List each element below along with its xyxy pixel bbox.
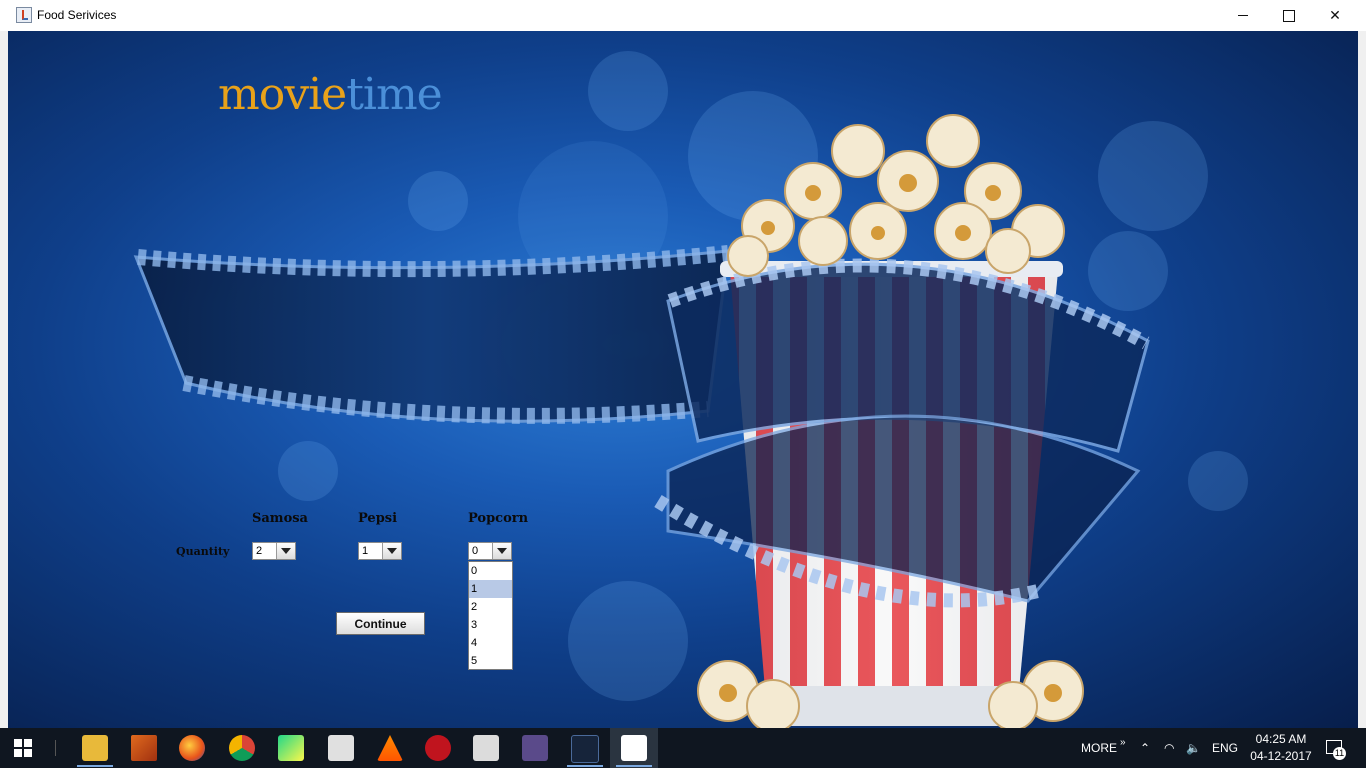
dropdown-option[interactable]: 3 xyxy=(469,616,512,634)
popcorn-quantity-value: 0 xyxy=(472,545,479,557)
pepsi-quantity-select[interactable]: 1 xyxy=(358,542,402,560)
windows-start-icon[interactable] xyxy=(14,739,32,757)
clock-time: 04:25 AM xyxy=(1255,732,1307,746)
windows-taskbar: MORE » ⌃ ◠ 🔈 ENG 04:25 AM 04-12-2017 11 xyxy=(0,728,1366,768)
wifi-icon[interactable]: ◠ xyxy=(1164,728,1174,768)
background-panel: movietime Samosa Pepsi Popcorn Quantity … xyxy=(8,31,1358,728)
window-border-left xyxy=(0,31,8,728)
maximize-button[interactable] xyxy=(1266,0,1312,31)
continue-button[interactable]: Continue xyxy=(336,612,425,635)
close-icon: ✕ xyxy=(1329,7,1341,23)
clock[interactable]: 04:25 AM 04-12-2017 xyxy=(1246,731,1316,765)
window-title: Food Serivices xyxy=(37,8,117,22)
calculator-icon[interactable] xyxy=(328,735,354,761)
close-button[interactable]: ✕ xyxy=(1312,0,1358,31)
dropdown-option-highlighted[interactable]: 1 xyxy=(469,580,512,598)
chevron-down-icon[interactable] xyxy=(492,543,511,559)
film-and-popcorn-illustration xyxy=(133,114,1150,728)
chevron-down-icon[interactable] xyxy=(382,543,401,559)
document-viewer-icon[interactable] xyxy=(473,735,499,761)
pepsi-label: Pepsi xyxy=(358,511,398,526)
popcorn-quantity-select[interactable]: 0 xyxy=(468,542,512,560)
dropdown-option[interactable]: 0 xyxy=(469,562,512,580)
java-icon[interactable] xyxy=(621,735,647,761)
dropdown-option[interactable]: 4 xyxy=(469,634,512,652)
pycharm-icon[interactable] xyxy=(278,735,304,761)
chevron-up-icon[interactable]: ⌃ xyxy=(1140,728,1150,768)
notification-count-badge: 11 xyxy=(1333,747,1346,760)
more-label[interactable]: MORE xyxy=(1081,728,1117,768)
mysql-icon[interactable] xyxy=(571,735,599,763)
samosa-quantity-select[interactable]: 2 xyxy=(252,542,296,560)
vlc-icon[interactable] xyxy=(377,735,403,761)
java-app-icon xyxy=(16,7,32,23)
matlab-icon[interactable] xyxy=(131,735,157,761)
samosa-quantity-value: 2 xyxy=(256,545,263,557)
taskbar-divider xyxy=(55,740,56,756)
dropdown-option[interactable]: 2 xyxy=(469,598,512,616)
pepsi-quantity-value: 1 xyxy=(362,545,369,557)
taskbar-running-indicator xyxy=(77,765,113,767)
quantity-label: Quantity xyxy=(176,545,230,558)
chevron-down-icon[interactable] xyxy=(276,543,295,559)
volume-icon[interactable]: 🔈 xyxy=(1186,728,1201,768)
popcorn-quantity-dropdown[interactable]: 0 1 2 3 4 5 xyxy=(468,561,513,670)
firefox-icon[interactable] xyxy=(179,735,205,761)
age-of-empires-icon[interactable] xyxy=(522,735,548,761)
taskbar-running-indicator xyxy=(616,765,652,767)
double-chevron-icon[interactable]: » xyxy=(1120,722,1126,762)
window-border-right xyxy=(1358,31,1366,728)
dropdown-option[interactable]: 5 xyxy=(469,652,512,670)
minimize-icon xyxy=(1238,15,1248,16)
clock-date: 04-12-2017 xyxy=(1250,749,1312,763)
minimize-button[interactable] xyxy=(1220,0,1266,31)
title-bar[interactable]: Food Serivices ✕ xyxy=(0,0,1366,32)
movietime-logo: movietime xyxy=(218,69,443,120)
file-explorer-icon[interactable] xyxy=(82,735,108,761)
garena-icon[interactable] xyxy=(425,735,451,761)
popcorn-label: Popcorn xyxy=(468,511,529,526)
samosa-label: Samosa xyxy=(252,511,308,526)
maximize-icon xyxy=(1283,9,1295,22)
app-window: Food Serivices ✕ movietime Samosa Pepsi … xyxy=(0,0,1366,728)
chrome-icon[interactable] xyxy=(229,735,255,761)
language-indicator[interactable]: ENG xyxy=(1212,728,1238,768)
taskbar-running-indicator xyxy=(567,765,603,767)
